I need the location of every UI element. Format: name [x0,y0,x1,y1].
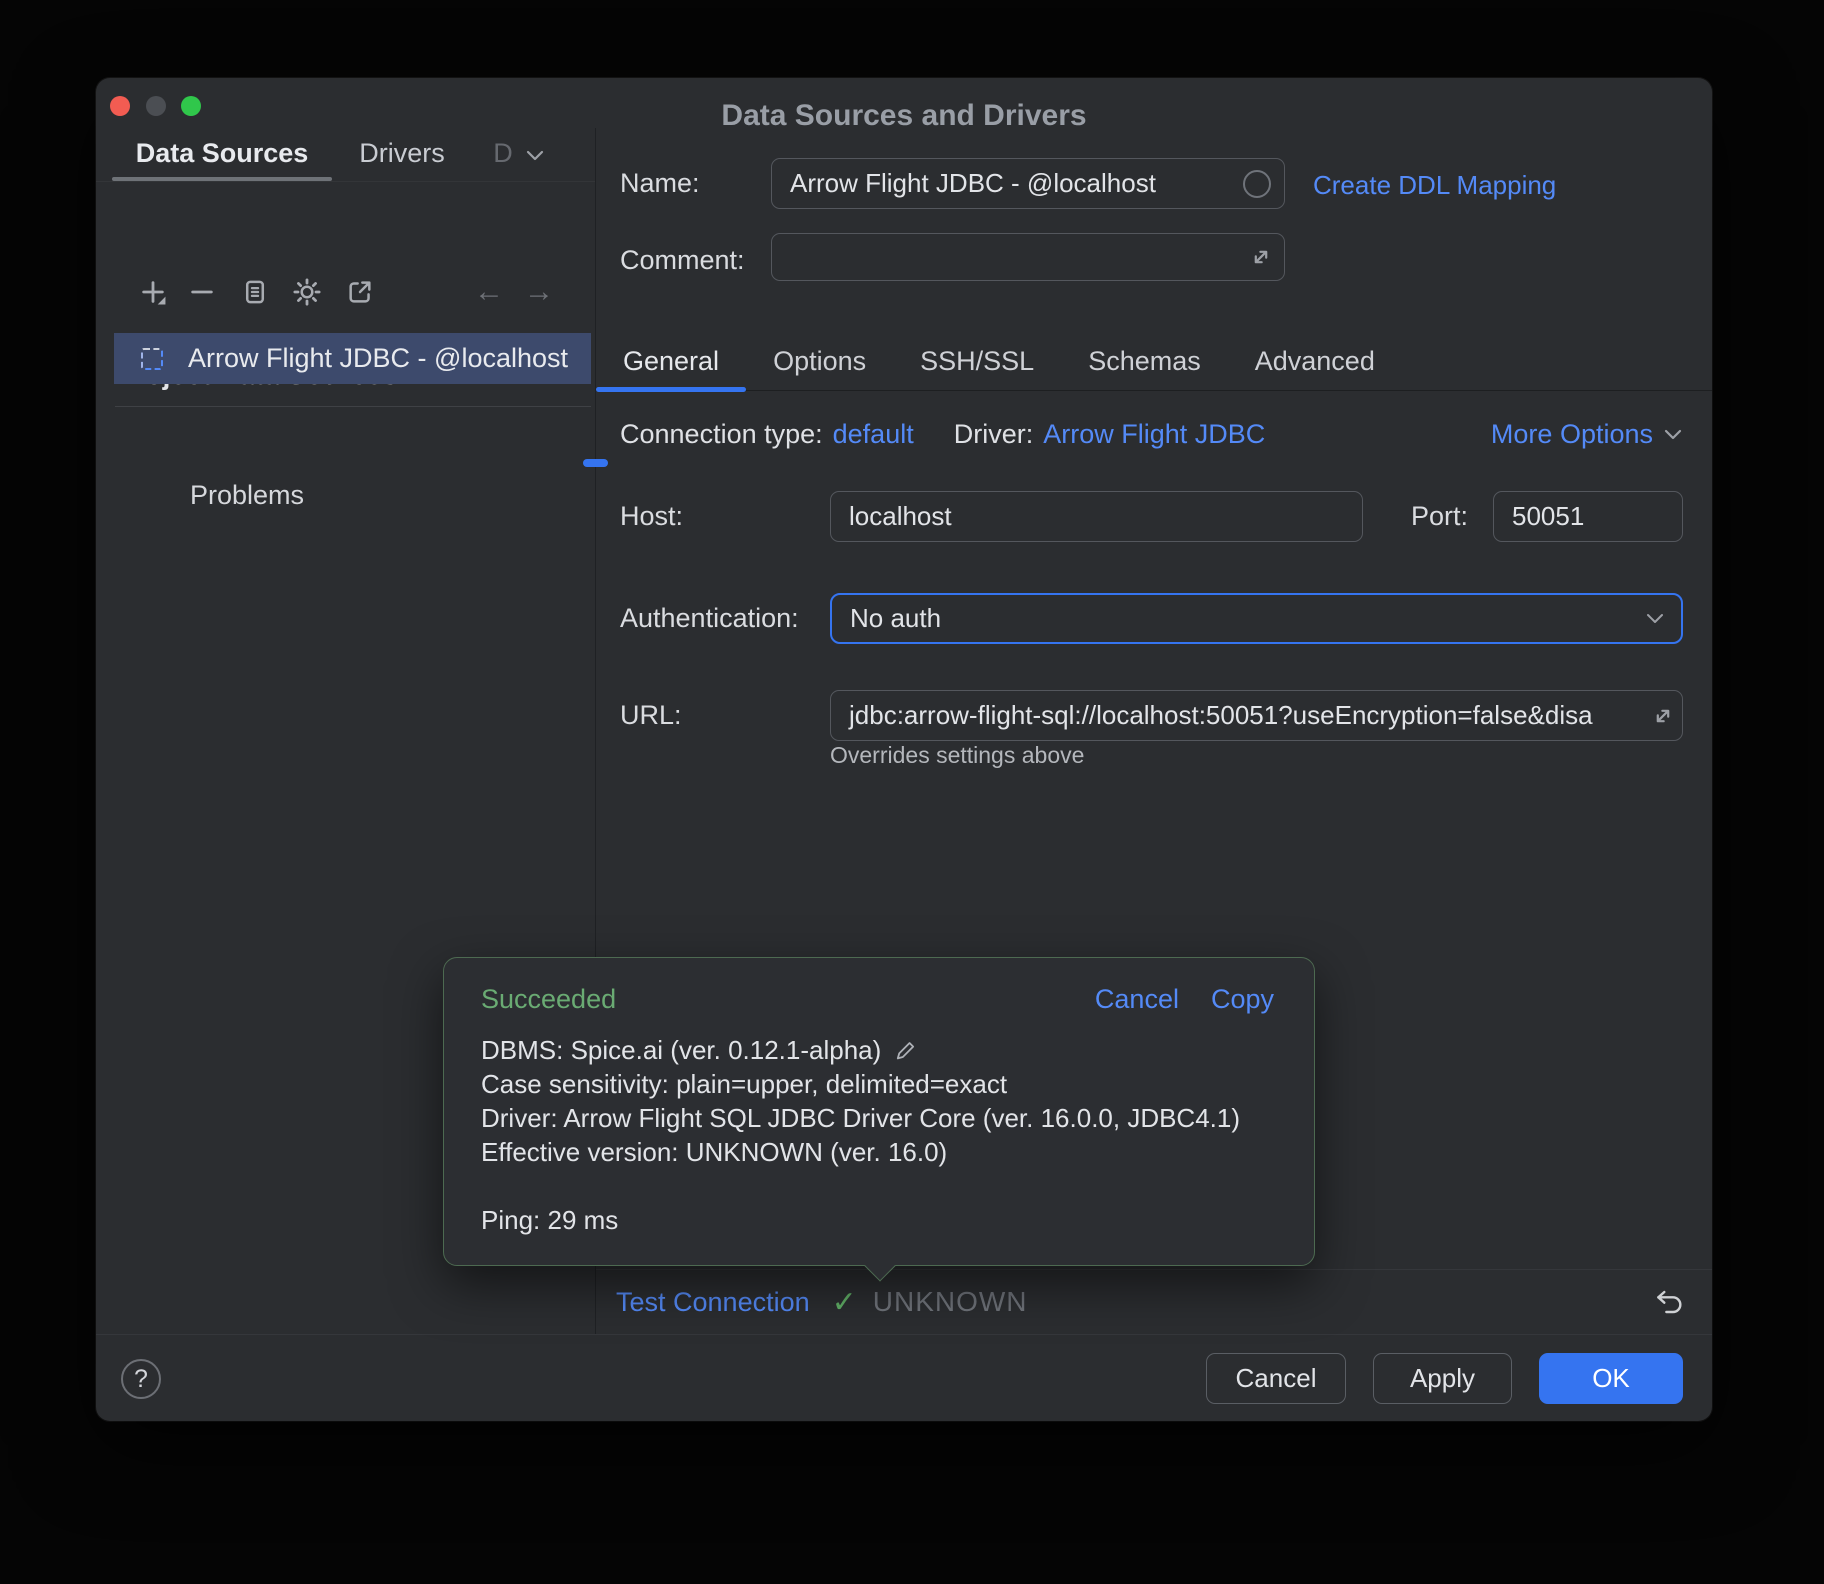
screen: Data Sources and Drivers Data Sources Dr… [0,0,1824,1584]
chevron-down-icon [1663,428,1683,441]
popup-driver-line: Driver: Arrow Flight SQL JDBC Driver Cor… [481,1101,1277,1135]
create-ddl-mapping-link[interactable]: Create DDL Mapping [1313,170,1556,201]
tab-general[interactable]: General [596,333,746,391]
data-source-properties-button[interactable] [292,277,322,307]
tab-ddl-mappings-truncated[interactable]: D [488,128,518,178]
data-source-label: Arrow Flight JDBC - @localhost [188,343,568,374]
url-hint: Overrides settings above [830,742,1084,769]
arrow-left-icon: ← [474,277,504,307]
sidebar-toolbar: ← → [96,275,595,315]
comment-label: Comment: [620,245,745,276]
tab-advanced[interactable]: Advanced [1228,333,1402,391]
host-input[interactable]: localhost [830,491,1363,542]
splitter-handle[interactable] [583,459,608,467]
dialog-data-sources-and-drivers: Data Sources and Drivers Data Sources Dr… [96,78,1712,1421]
tab-data-sources[interactable]: Data Sources [112,128,332,178]
authentication-value: No auth [832,603,941,634]
add-data-source-button[interactable] [138,277,168,307]
tab-drivers[interactable]: Drivers [352,128,452,178]
data-source-color-icon[interactable] [1243,170,1271,198]
popup-effective-version-line: Effective version: UNKNOWN (ver. 16.0) [481,1135,1277,1169]
popup-copy-link[interactable]: Copy [1211,984,1274,1015]
popup-ping-line: Ping: 29 ms [481,1203,1277,1237]
test-connection-bar: Test Connection ✓ UNKNOWN [596,1269,1712,1334]
check-icon: ✓ [832,1285,857,1320]
help-button[interactable]: ? [121,1359,161,1399]
sidebar-item-problems[interactable]: Problems [190,480,304,511]
chevron-down-icon [1645,612,1665,625]
export-button[interactable] [345,277,375,307]
popup-case-sensitivity-line: Case sensitivity: plain=upper, delimited… [481,1067,1277,1101]
connection-type-value[interactable]: default [833,419,914,450]
active-tab-underline [112,177,332,181]
tab-schemas[interactable]: Schemas [1061,333,1228,391]
port-label: Port: [1411,501,1468,532]
name-input[interactable]: Arrow Flight JDBC - @localhost [771,158,1285,209]
host-label: Host: [620,501,683,532]
dialog-footer: ? Cancel Apply OK [96,1334,1712,1421]
authentication-label: Authentication: [620,603,799,634]
popup-cancel-link[interactable]: Cancel [1095,984,1179,1015]
test-result-text: UNKNOWN [873,1286,1028,1318]
tab-options[interactable]: Options [746,333,893,391]
url-input[interactable]: jdbc:arrow-flight-sql://localhost:50051?… [830,690,1683,741]
edit-pencil-icon[interactable] [893,1038,917,1062]
driver-label: Driver: [954,419,1034,450]
url-value: jdbc:arrow-flight-sql://localhost:50051?… [831,700,1623,731]
driver-icon [141,348,163,370]
data-source-list-item-selected[interactable]: Arrow Flight JDBC - @localhost [114,333,591,384]
settings-tab-strip: General Options SSH/SSL Schemas Advanced [596,333,1712,391]
port-input[interactable]: 50051 [1493,491,1683,542]
forward-button[interactable]: → [524,277,554,307]
more-options-button[interactable]: More Options [1491,419,1683,450]
tab-ssh-ssl[interactable]: SSH/SSL [893,333,1061,391]
revert-button[interactable] [1652,1286,1686,1318]
url-label: URL: [620,700,682,731]
cancel-button[interactable]: Cancel [1206,1353,1346,1404]
status-succeeded: Succeeded [481,984,616,1015]
name-label: Name: [620,168,700,199]
duplicate-button[interactable] [240,277,270,307]
connection-type-row: Connection type: default Driver: Arrow F… [620,416,1683,452]
sidebar-divider [115,406,591,407]
sidebar-tab-strip: Data Sources Drivers D [96,128,595,182]
port-value: 50051 [1494,501,1584,532]
arrow-right-icon: → [524,277,554,307]
apply-button[interactable]: Apply [1373,1353,1512,1404]
titlebar: Data Sources and Drivers [96,78,1712,128]
comment-input[interactable] [771,233,1285,281]
expand-comment-icon[interactable] [1248,244,1274,270]
test-connection-popup: Succeeded Cancel Copy DBMS: Spice.ai (ve… [443,957,1315,1266]
more-options-label: More Options [1491,419,1653,450]
ok-button[interactable]: OK [1539,1353,1683,1404]
back-button[interactable]: ← [474,277,504,307]
authentication-select[interactable]: No auth [830,593,1683,644]
chevron-down-icon[interactable] [524,148,546,162]
connection-type-label: Connection type: [620,419,823,450]
undo-icon [1652,1286,1686,1318]
name-value: Arrow Flight JDBC - @localhost [772,168,1156,199]
popup-dbms-line: DBMS: Spice.ai (ver. 0.12.1-alpha) [481,1033,881,1067]
host-value: localhost [831,501,952,532]
test-connection-link[interactable]: Test Connection [616,1287,810,1318]
remove-data-source-button[interactable] [187,277,217,307]
driver-value-link[interactable]: Arrow Flight JDBC [1043,419,1265,450]
expand-url-icon[interactable] [1650,703,1676,729]
